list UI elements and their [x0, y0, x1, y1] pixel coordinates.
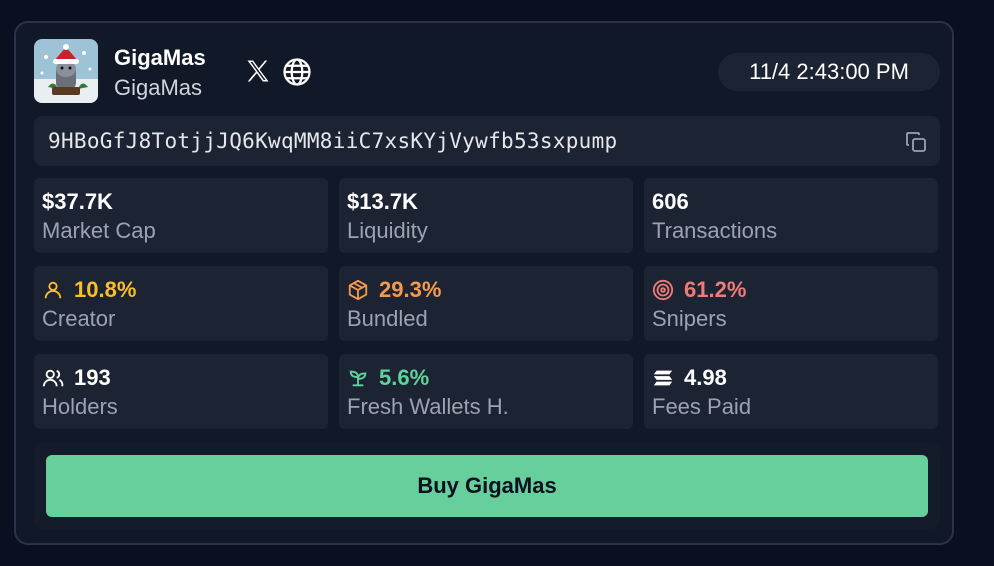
- stat-market-cap: $37.7K Market Cap: [34, 178, 328, 253]
- stat-label: Fees Paid: [652, 394, 752, 419]
- stat-value: 61.2%: [684, 277, 747, 302]
- stat-fees-paid: 4.98 Fees Paid: [644, 354, 938, 429]
- stat-label: Fresh Wallets H.: [347, 394, 509, 419]
- user-icon: [42, 279, 64, 301]
- stat-value-row: 5.6%: [347, 365, 429, 391]
- solana-icon: [652, 367, 674, 389]
- stat-label: Holders: [42, 394, 118, 419]
- contract-address-field[interactable]: 9HBoGfJ8TotjjJQ6KwqMM8iiC7xsKYjVywfb53sx…: [34, 116, 940, 166]
- stat-value: 29.3%: [379, 277, 442, 302]
- stat-bundled: 29.3% Bundled: [339, 266, 633, 341]
- stat-value: 10.8%: [74, 277, 137, 302]
- stat-value-row: 10.8%: [42, 277, 136, 303]
- stat-label: Bundled: [347, 306, 428, 331]
- token-name: GigaMas: [114, 45, 206, 70]
- stat-creator: 10.8% Creator: [34, 266, 328, 341]
- users-icon: [42, 367, 64, 389]
- buy-button[interactable]: Buy GigaMas: [46, 455, 928, 517]
- contract-address: 9HBoGfJ8TotjjJQ6KwqMM8iiC7xsKYjVywfb53sx…: [48, 129, 618, 153]
- stat-value: $13.7K: [347, 189, 418, 214]
- stat-value-row: 29.3%: [347, 277, 441, 303]
- buy-section: Buy GigaMas: [34, 443, 940, 529]
- stat-value: 5.6%: [379, 365, 430, 390]
- token-card: GigaMas GigaMas 11/4 2:43:00 PM 9HBoGfJ8…: [14, 21, 954, 545]
- stat-value: 606: [652, 189, 689, 214]
- copy-icon[interactable]: [904, 130, 928, 154]
- stat-label: Creator: [42, 306, 116, 331]
- stat-liquidity: $13.7K Liquidity: [339, 178, 633, 253]
- sprout-icon: [347, 367, 369, 389]
- stat-snipers: 61.2% Snipers: [644, 266, 938, 341]
- stat-holders: 193 Holders: [34, 354, 328, 429]
- target-icon: [652, 279, 674, 301]
- stat-value-row: 193: [42, 365, 111, 391]
- stat-value: 4.98: [684, 365, 727, 390]
- token-avatar: [34, 39, 98, 103]
- token-symbol: GigaMas: [114, 75, 203, 100]
- stat-label: Transactions: [652, 218, 778, 243]
- x-logo-icon[interactable]: [244, 57, 272, 85]
- timestamp-pill: 11/4 2:43:00 PM: [718, 53, 940, 91]
- timestamp-text: 11/4 2:43:00 PM: [749, 59, 909, 84]
- stat-value-row: 61.2%: [652, 277, 746, 303]
- stat-transactions: 606 Transactions: [644, 178, 938, 253]
- stat-label: Market Cap: [42, 218, 156, 243]
- stat-fresh-wallets: 5.6% Fresh Wallets H.: [339, 354, 633, 429]
- stat-label: Snipers: [652, 306, 727, 331]
- globe-icon[interactable]: [282, 57, 312, 87]
- box-icon: [347, 279, 369, 301]
- stat-label: Liquidity: [347, 218, 428, 243]
- stat-value: $37.7K: [42, 189, 113, 214]
- stat-value-row: 4.98: [652, 365, 727, 391]
- stat-value: 193: [74, 365, 111, 390]
